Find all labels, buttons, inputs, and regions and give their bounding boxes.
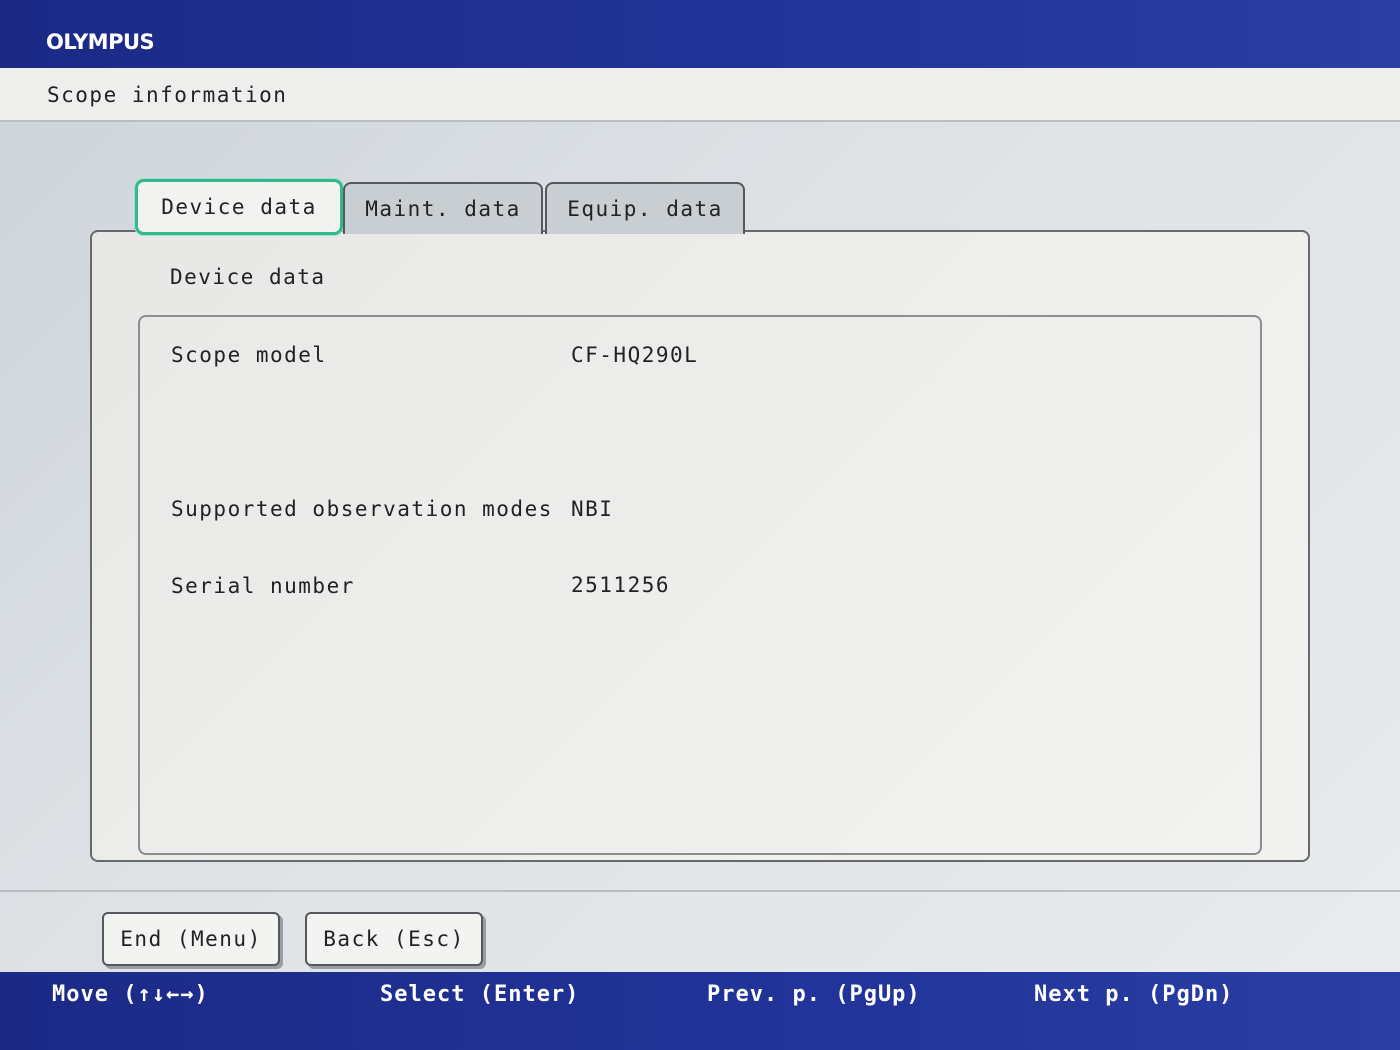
observation-modes-value: NBI bbox=[571, 497, 614, 521]
end-menu-button[interactable]: End (Menu) bbox=[102, 912, 280, 966]
brand-bar: OLYMPUS bbox=[0, 0, 1400, 68]
olympus-logo: OLYMPUS bbox=[46, 30, 155, 54]
panel-heading: Device data bbox=[170, 265, 326, 289]
tab-maint-data[interactable]: Maint. data bbox=[343, 182, 543, 234]
serial-number-label: Serial number bbox=[171, 574, 355, 598]
page-title: Scope information bbox=[47, 83, 288, 107]
observation-modes-label: Supported observation modes bbox=[171, 497, 553, 521]
scope-model-value: CF-HQ290L bbox=[571, 343, 699, 367]
prev-page-hint: Prev. p. (PgUp) bbox=[707, 982, 921, 1007]
next-page-hint: Next p. (PgDn) bbox=[1034, 982, 1234, 1007]
tab-equip-data[interactable]: Equip. data bbox=[545, 182, 745, 234]
title-bar: Scope information bbox=[0, 68, 1400, 122]
back-esc-button[interactable]: Back (Esc) bbox=[305, 912, 483, 966]
bottom-divider bbox=[0, 890, 1400, 892]
scope-model-label: Scope model bbox=[171, 343, 327, 367]
move-hint: Move (↑↓←→) bbox=[52, 982, 209, 1007]
serial-number-value: 2511256 bbox=[571, 573, 671, 597]
select-hint: Select (Enter) bbox=[380, 982, 580, 1007]
tab-device-data[interactable]: Device data bbox=[135, 179, 343, 235]
